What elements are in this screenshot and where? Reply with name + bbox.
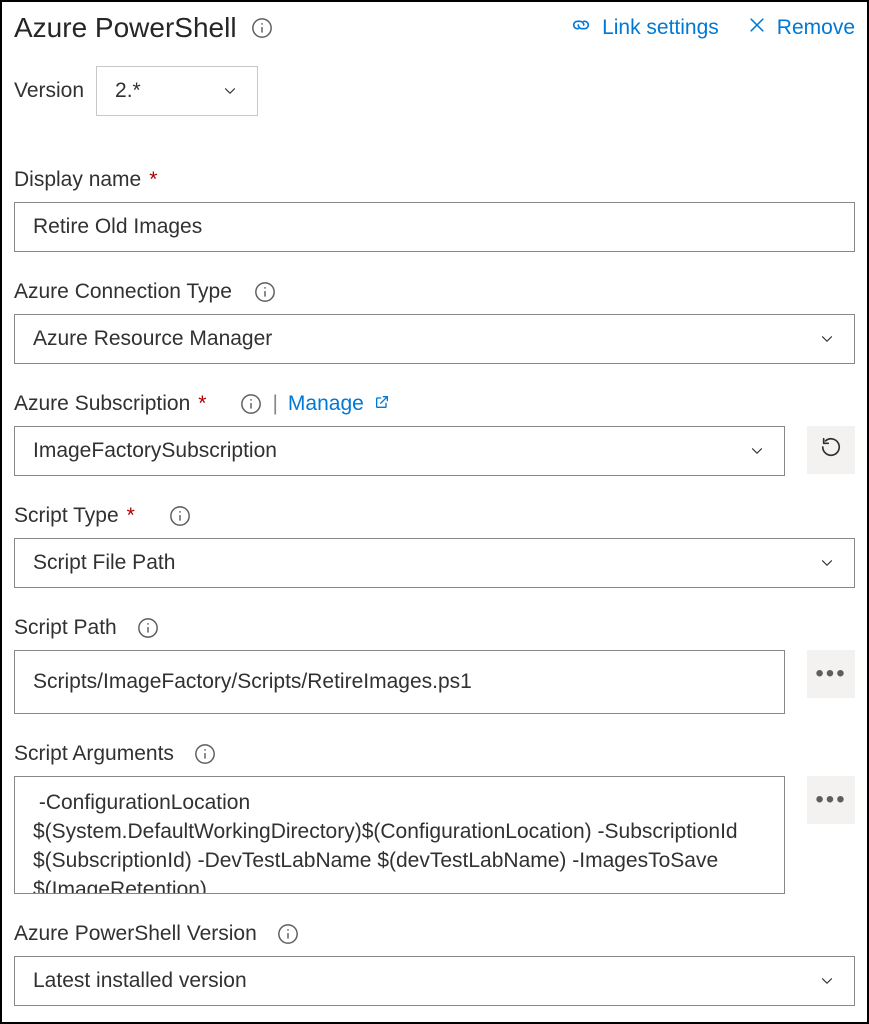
- browse-button[interactable]: •••: [807, 650, 855, 698]
- link-icon: [570, 14, 592, 42]
- script-type-label-row: Script Type *: [14, 504, 855, 528]
- task-panel: Azure PowerShell Link settings: [0, 0, 869, 1024]
- header-actions: Link settings Remove: [570, 14, 855, 42]
- subscription-group: Azure Subscription * | Manage ImageFac: [14, 392, 855, 476]
- info-icon[interactable]: [194, 743, 216, 765]
- remove-button[interactable]: Remove: [747, 15, 855, 41]
- link-settings-label: Link settings: [602, 16, 719, 40]
- info-icon[interactable]: [137, 617, 159, 639]
- link-settings-button[interactable]: Link settings: [570, 14, 719, 42]
- refresh-icon: [820, 436, 842, 464]
- chevron-down-icon: [818, 554, 836, 572]
- script-arguments-row: •••: [14, 776, 855, 894]
- display-name-label-row: Display name *: [14, 168, 855, 192]
- refresh-button[interactable]: [807, 426, 855, 474]
- panel-title-wrap: Azure PowerShell: [14, 12, 273, 44]
- version-label: Version: [14, 79, 84, 103]
- connection-type-label: Azure Connection Type: [14, 280, 232, 304]
- manage-label: Manage: [288, 392, 364, 416]
- ps-version-value: Latest installed version: [33, 969, 247, 993]
- version-select[interactable]: 2.*: [96, 66, 258, 116]
- script-arguments-label: Script Arguments: [14, 742, 174, 766]
- required-indicator: *: [149, 168, 157, 192]
- info-icon[interactable]: [254, 281, 276, 303]
- subscription-select[interactable]: ImageFactorySubscription: [14, 426, 785, 476]
- script-type-label: Script Type: [14, 504, 119, 528]
- script-type-value: Script File Path: [33, 551, 175, 575]
- script-path-label-row: Script Path: [14, 616, 855, 640]
- chevron-down-icon: [818, 972, 836, 990]
- subscription-label: Azure Subscription: [14, 392, 190, 416]
- chevron-down-icon: [818, 330, 836, 348]
- script-arguments-label-row: Script Arguments: [14, 742, 855, 766]
- connection-type-value: Azure Resource Manager: [33, 327, 272, 351]
- info-icon[interactable]: [169, 505, 191, 527]
- required-indicator: *: [127, 504, 135, 528]
- browse-arguments-button[interactable]: •••: [807, 776, 855, 824]
- info-icon[interactable]: [251, 17, 273, 39]
- script-path-group: Script Path •••: [14, 616, 855, 714]
- connection-type-select[interactable]: Azure Resource Manager: [14, 314, 855, 364]
- script-arguments-group: Script Arguments •••: [14, 742, 855, 894]
- script-path-label: Script Path: [14, 616, 117, 640]
- manage-link[interactable]: Manage: [288, 392, 390, 416]
- script-arguments-input[interactable]: [14, 776, 785, 894]
- external-link-icon: [374, 392, 390, 416]
- panel-header: Azure PowerShell Link settings: [14, 12, 855, 44]
- ps-version-select[interactable]: Latest installed version: [14, 956, 855, 1006]
- chevron-down-icon: [748, 442, 766, 460]
- version-value: 2.*: [115, 79, 141, 103]
- ps-version-label: Azure PowerShell Version: [14, 922, 257, 946]
- chevron-down-icon: [221, 82, 239, 100]
- script-path-row: •••: [14, 650, 855, 714]
- info-icon[interactable]: [240, 393, 262, 415]
- ps-version-label-row: Azure PowerShell Version: [14, 922, 855, 946]
- remove-label: Remove: [777, 16, 855, 40]
- info-icon[interactable]: [277, 923, 299, 945]
- pipe-divider: |: [272, 392, 277, 416]
- display-name-label: Display name: [14, 168, 141, 192]
- subscription-row: ImageFactorySubscription: [14, 426, 855, 476]
- subscription-label-row: Azure Subscription * | Manage: [14, 392, 855, 416]
- version-row: Version 2.*: [14, 66, 855, 116]
- close-icon: [747, 15, 767, 41]
- display-name-input[interactable]: [14, 202, 855, 252]
- script-type-select[interactable]: Script File Path: [14, 538, 855, 588]
- ps-version-group: Azure PowerShell Version Latest installe…: [14, 922, 855, 1006]
- panel-title: Azure PowerShell: [14, 12, 237, 44]
- connection-type-group: Azure Connection Type Azure Resource Man…: [14, 280, 855, 364]
- display-name-group: Display name *: [14, 168, 855, 252]
- required-indicator: *: [198, 392, 206, 416]
- connection-type-label-row: Azure Connection Type: [14, 280, 855, 304]
- subscription-value: ImageFactorySubscription: [33, 439, 277, 463]
- script-path-input[interactable]: [14, 650, 785, 714]
- script-type-group: Script Type * Script File Path: [14, 504, 855, 588]
